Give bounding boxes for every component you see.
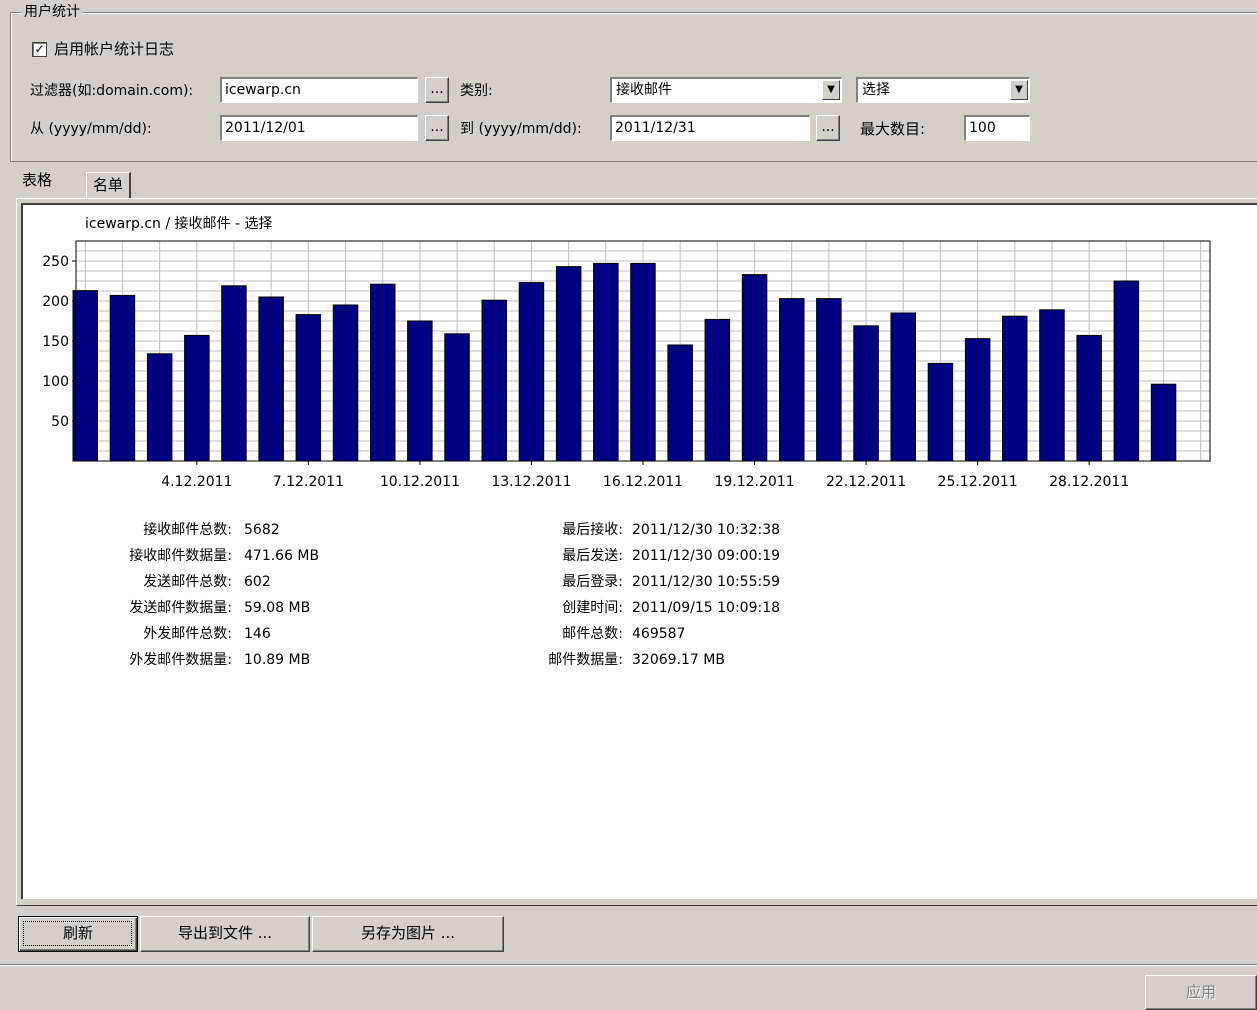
chart-bar bbox=[1076, 334, 1102, 462]
stat-value: 5682 bbox=[244, 522, 280, 538]
chart-bar bbox=[927, 362, 954, 462]
stat-label: 创建时间: bbox=[562, 600, 623, 616]
stat-value: 2011/12/30 10:32:38 bbox=[632, 522, 781, 538]
x-tick-label: 4.12.2011 bbox=[161, 474, 232, 490]
chart-bar bbox=[444, 333, 470, 462]
x-tick-label: 16.12.2011 bbox=[603, 474, 683, 490]
chart-bar bbox=[555, 266, 582, 462]
chart-bar bbox=[816, 298, 842, 462]
chart-bar bbox=[184, 334, 210, 462]
chart-bar bbox=[1002, 315, 1028, 462]
stat-value: 602 bbox=[244, 574, 271, 590]
chart-bar bbox=[704, 318, 731, 462]
chart-bar bbox=[1150, 383, 1177, 462]
x-tick-label: 10.12.2011 bbox=[380, 474, 460, 490]
stat-value: 471.66 MB bbox=[244, 548, 320, 564]
y-tick-label: 150 bbox=[42, 334, 69, 350]
stat-value: 2011/12/30 09:00:19 bbox=[632, 548, 781, 564]
stat-value: 146 bbox=[244, 626, 271, 642]
chart-bar bbox=[295, 314, 322, 462]
chart-bar bbox=[332, 304, 359, 462]
x-tick-label: 19.12.2011 bbox=[714, 474, 794, 490]
y-tick-label: 100 bbox=[42, 374, 69, 390]
focus-rect bbox=[23, 921, 132, 946]
stat-value: 10.89 MB bbox=[244, 652, 311, 668]
stat-label: 外发邮件数据量: bbox=[129, 652, 232, 668]
save-as-image-button[interactable]: 另存为图片 ... bbox=[312, 916, 504, 952]
chart-bar bbox=[630, 262, 656, 462]
stat-value: 59.08 MB bbox=[244, 600, 311, 616]
export-to-file-button[interactable]: 导出到文件 ... bbox=[140, 916, 310, 952]
chart-bar bbox=[221, 285, 247, 462]
y-tick-label: 250 bbox=[42, 254, 69, 270]
chart-bar bbox=[890, 312, 916, 462]
stat-value: 2011/09/15 10:09:18 bbox=[632, 600, 781, 616]
x-tick-label: 25.12.2011 bbox=[938, 474, 1018, 490]
stat-label: 发送邮件数据量: bbox=[129, 600, 232, 616]
chart-bar bbox=[258, 296, 284, 462]
chart-bar bbox=[593, 262, 619, 462]
stat-value: 469587 bbox=[632, 626, 686, 642]
y-tick-label: 200 bbox=[42, 294, 69, 310]
stat-label: 外发邮件总数: bbox=[143, 626, 232, 642]
refresh-button[interactable]: 刷新 bbox=[18, 916, 138, 952]
chart-x-axis: 4.12.2011 7.12.2011 10.12.2011 13.12.2011 16… bbox=[161, 461, 1129, 490]
x-tick-label: 13.12.2011 bbox=[491, 474, 571, 490]
chart-bar bbox=[741, 274, 768, 462]
chart-bar bbox=[1113, 280, 1140, 462]
chart-bar bbox=[667, 344, 693, 462]
chart-y-axis: 50 100 150 200 250 bbox=[42, 254, 76, 430]
chart-bar bbox=[146, 353, 173, 462]
stat-value: 32069.17 MB bbox=[632, 652, 725, 668]
x-tick-label: 7.12.2011 bbox=[273, 474, 344, 490]
stat-label: 接收邮件总数: bbox=[143, 522, 232, 538]
chart-bar bbox=[779, 298, 805, 462]
stat-label: 最后接收: bbox=[562, 522, 623, 538]
stat-label: 邮件数据量: bbox=[548, 652, 623, 668]
stat-label: 接收邮件数据量: bbox=[129, 548, 232, 564]
x-tick-label: 22.12.2011 bbox=[826, 474, 906, 490]
divider bbox=[0, 964, 1257, 966]
x-tick-label: 28.12.2011 bbox=[1049, 474, 1129, 490]
chart-bar bbox=[1039, 309, 1065, 462]
apply-button[interactable]: 应用 bbox=[1145, 975, 1257, 1010]
chart-bar bbox=[518, 282, 545, 462]
stat-label: 邮件总数: bbox=[562, 626, 623, 642]
stat-label: 最后发送: bbox=[562, 548, 623, 564]
chart-bar bbox=[407, 320, 433, 462]
stat-value: 2011/12/30 10:55:59 bbox=[632, 574, 781, 590]
chart-bar bbox=[964, 338, 991, 462]
y-tick-label: 50 bbox=[51, 414, 69, 430]
stat-label: 最后登录: bbox=[562, 574, 623, 590]
chart-bar bbox=[853, 325, 879, 462]
chart-bar bbox=[481, 299, 507, 462]
chart-bar bbox=[72, 290, 98, 462]
stat-label: 发送邮件总数: bbox=[143, 574, 232, 590]
chart-bar bbox=[109, 294, 136, 462]
chart-bar bbox=[370, 283, 396, 462]
received-mail-chart: icewarp.cn / 接收邮件 - 选择 50 100 150 200 250 4.… bbox=[42, 215, 1211, 490]
chart-title: icewarp.cn / 接收邮件 - 选择 bbox=[85, 215, 272, 232]
